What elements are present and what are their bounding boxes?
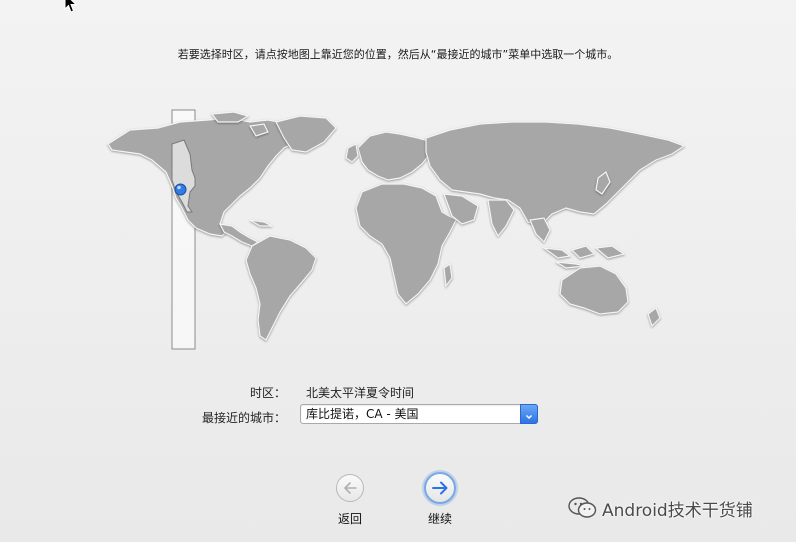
map-indonesia[interactable] — [541, 245, 626, 269]
watermark: Android技术干货铺 — [568, 496, 788, 521]
map-madagascar[interactable] — [443, 262, 453, 288]
map-north-america[interactable] — [107, 117, 305, 237]
back-label: 返回 — [337, 512, 362, 526]
map-southeast-asia[interactable] — [529, 217, 551, 244]
back-button[interactable]: 返回 — [320, 474, 380, 527]
closest-city-select[interactable]: 库比提诺，CA - 美国 — [300, 404, 538, 424]
timezone-label: 时区： — [249, 386, 286, 400]
watermark-text: Android技术干货铺 — [602, 501, 753, 521]
map-europe[interactable] — [357, 131, 433, 181]
back-circle[interactable] — [336, 474, 364, 502]
arrow-cursor-icon — [64, 0, 78, 13]
map-caribbean[interactable] — [249, 219, 273, 227]
dropdown-button[interactable] — [520, 404, 538, 424]
continue-circle[interactable] — [424, 472, 456, 504]
continue-button[interactable]: 继续 — [410, 472, 470, 527]
location-pin-icon[interactable] — [174, 183, 187, 196]
map-india[interactable] — [487, 199, 515, 238]
map-british-isles[interactable] — [345, 143, 359, 163]
arrow-right-icon — [432, 481, 448, 495]
timezone-value: 北美太平洋夏令时间 — [306, 386, 415, 400]
map-africa[interactable] — [355, 183, 457, 305]
arrow-left-icon — [344, 482, 357, 494]
map-australia[interactable] — [559, 265, 629, 315]
world-map[interactable] — [100, 108, 700, 358]
wechat-icon — [568, 497, 597, 518]
closest-city-value: 库比提诺，CA - 美国 — [306, 407, 419, 421]
chevron-updown-icon — [525, 414, 533, 419]
closest-city-label: 最接近的城市： — [201, 411, 286, 425]
map-new-zealand[interactable] — [647, 307, 661, 328]
map-south-america[interactable] — [245, 235, 317, 341]
map-central-america[interactable] — [218, 223, 260, 247]
instruction-text: 若要选择时区，请点按地图上靠近您的位置，然后从“最接近的城市”菜单中选取一个城市… — [177, 48, 619, 61]
continue-label: 继续 — [427, 512, 452, 526]
